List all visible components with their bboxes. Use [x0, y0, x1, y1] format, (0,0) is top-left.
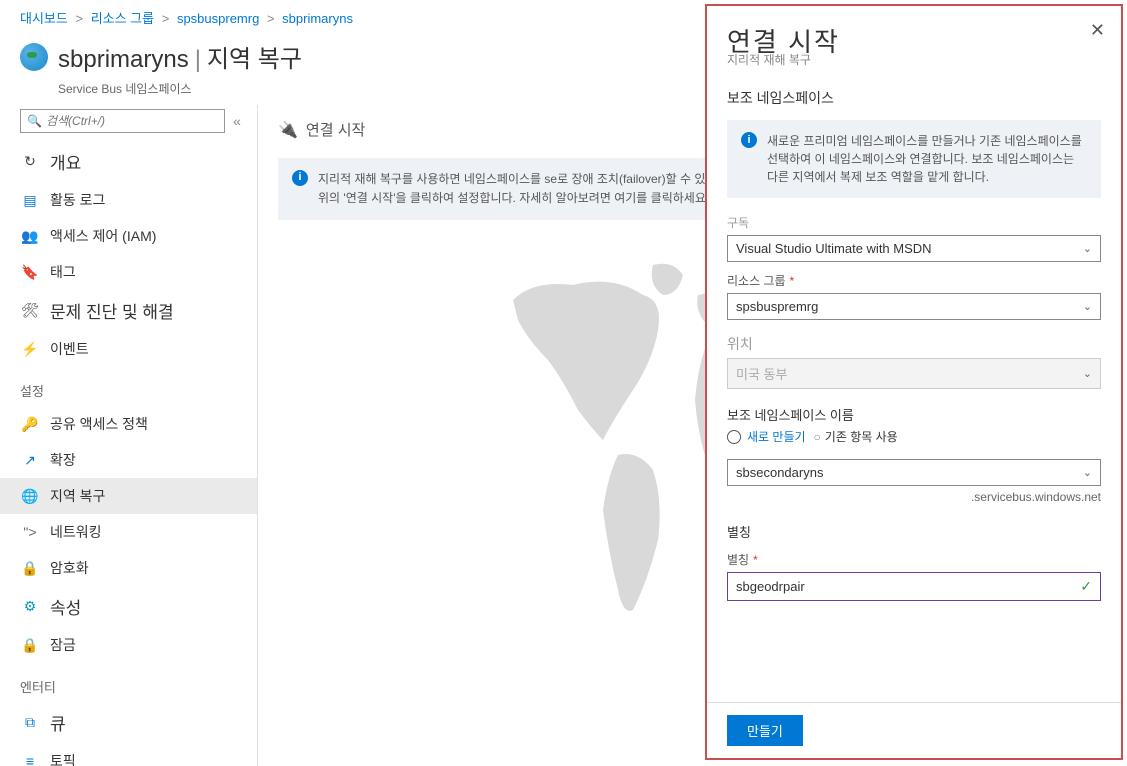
sidebar-item-queues[interactable]: ⧉큐 [0, 702, 257, 743]
alias-section: 별칭 [727, 522, 1101, 541]
page-title: sbprimaryns|지역 복구 [58, 39, 302, 74]
sidebar-item-properties[interactable]: ⚙속성 [0, 586, 257, 627]
topic-icon: ≡ [20, 753, 40, 766]
close-panel-button[interactable]: ✕ [1090, 20, 1105, 41]
sidebar-item-networking[interactable]: ">네트워킹 [0, 514, 257, 550]
sidebar-item-geo-dr[interactable]: 🌐지역 복구 [0, 478, 257, 514]
chevron-down-icon: ⌄ [1083, 367, 1092, 380]
locks-icon: 🔒 [20, 637, 40, 653]
networking-icon: "> [20, 524, 40, 540]
resource-group-dropdown[interactable]: spsbuspremrg ⌄ [727, 293, 1101, 320]
sidebar-item-overview[interactable]: ↻개요 [0, 141, 257, 182]
service-bus-icon [20, 43, 48, 71]
sidebar: 🔍 « ↻개요 ▤활동 로그 👥액세스 제어 (IAM) 🔖태그 🛠문제 진단 … [0, 105, 258, 766]
sidebar-item-encryption[interactable]: 🔒암호화 [0, 550, 257, 586]
secondary-ns-heading: 보조 네임스페이스 [727, 88, 1101, 108]
create-new-link[interactable]: 새로 만들기 [747, 428, 806, 445]
secondary-ns-dropdown[interactable]: sbsecondaryns ⌄ [727, 459, 1101, 486]
info-icon: i [292, 170, 308, 186]
sidebar-item-events[interactable]: ⚡이벤트 [0, 331, 257, 367]
subscription-dropdown[interactable]: Visual Studio Ultimate with MSDN ⌄ [727, 235, 1101, 262]
events-icon: ⚡ [20, 341, 40, 357]
alias-label: 별칭* [727, 551, 1101, 568]
sidebar-item-tags[interactable]: 🔖태그 [0, 254, 257, 290]
section-settings: 설정 [0, 367, 257, 406]
sidebar-item-locks[interactable]: 🔒잠금 [0, 627, 257, 663]
secondary-ns-name-label: 보조 네임스페이스 이름 [727, 405, 1101, 424]
subscription-label: 구독 [727, 214, 1101, 231]
sidebar-item-diagnose[interactable]: 🛠문제 진단 및 해결 [0, 290, 257, 331]
key-icon: 🔑 [20, 416, 40, 432]
search-icon: 🔍 [27, 114, 42, 128]
sidebar-item-access-control[interactable]: 👥액세스 제어 (IAM) [0, 218, 257, 254]
overview-icon: ↻ [20, 154, 40, 170]
chevron-down-icon: ⌄ [1083, 242, 1092, 255]
collapse-sidebar-button[interactable]: « [225, 113, 249, 129]
alias-input[interactable]: sbgeodrpair ✓ [727, 572, 1101, 601]
chevron-down-icon: ⌄ [1083, 466, 1092, 479]
crumb-resource-groups[interactable]: 리소스 그룹 [91, 11, 154, 26]
sidebar-item-sas[interactable]: 🔑공유 액세스 정책 [0, 406, 257, 442]
sidebar-item-scale[interactable]: ↗확장 [0, 442, 257, 478]
sidebar-item-activity-log[interactable]: ▤활동 로그 [0, 182, 257, 218]
sidebar-item-topics[interactable]: ≡토픽 [0, 743, 257, 766]
properties-icon: ⚙ [20, 599, 40, 615]
lock-icon: 🔒 [20, 560, 40, 576]
chevron-down-icon: ⌄ [1083, 300, 1092, 313]
queue-icon: ⧉ [20, 715, 40, 731]
use-existing-label[interactable]: 기존 항목 사용 [825, 428, 898, 445]
tags-icon: 🔖 [20, 264, 40, 280]
content-title[interactable]: 연결 시작 [306, 119, 365, 140]
create-button[interactable]: 만들기 [727, 715, 803, 746]
resource-group-label: 리소스 그룹* [727, 272, 1101, 289]
section-entities: 엔터티 [0, 663, 257, 702]
initiate-pairing-panel: 연결 시작 지리적 재해 복구 ✕ 보조 네임스페이스 i 새로운 프리미엄 네… [705, 4, 1123, 760]
ns-mode-radio-row: 새로 만들기 ○ 기존 항목 사용 [727, 428, 1101, 445]
crumb-ns-name[interactable]: sbprimaryns [282, 11, 353, 26]
globe-icon: 🌐 [20, 488, 40, 504]
activity-log-icon: ▤ [20, 192, 40, 208]
scale-icon: ↗ [20, 452, 40, 468]
radio-create-new[interactable] [727, 430, 741, 444]
panel-info-banner: i 새로운 프리미엄 네임스페이스를 만들거나 기존 네임스페이스를 선택하여 … [727, 120, 1101, 198]
crumb-rg-name[interactable]: spsbuspremrg [177, 11, 259, 26]
panel-subtitle: 지리적 재해 복구 [727, 51, 1101, 68]
location-dropdown: 미국 동부 ⌄ [727, 358, 1101, 389]
ns-suffix: .servicebus.windows.net [727, 490, 1101, 504]
check-icon: ✓ [1080, 578, 1092, 595]
location-label: 위치 [727, 334, 1101, 354]
access-icon: 👥 [20, 228, 40, 244]
crumb-dashboard[interactable]: 대시보드 [20, 11, 68, 26]
connect-icon: 🔌 [278, 120, 298, 140]
search-input[interactable]: 🔍 [20, 109, 225, 133]
diagnose-icon: 🛠 [20, 303, 40, 319]
info-icon: i [741, 132, 757, 148]
